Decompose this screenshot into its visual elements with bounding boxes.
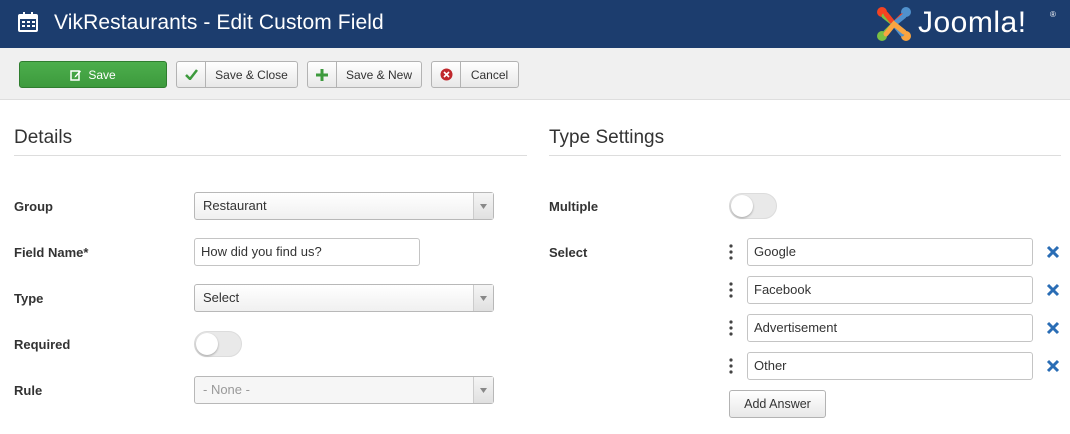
edit-icon	[70, 62, 82, 87]
chevron-down-icon	[473, 285, 493, 311]
save-close-button[interactable]: Save & Close	[176, 61, 298, 88]
save-new-button[interactable]: Save & New	[307, 61, 422, 88]
toolbar: Save Save & Close Save & New Cancel	[0, 48, 1070, 100]
chevron-down-icon	[473, 193, 493, 219]
save-label: Save	[88, 67, 116, 82]
required-label: Required	[14, 337, 71, 352]
plus-icon	[308, 62, 337, 87]
field-name-label: Field Name*	[14, 245, 89, 260]
type-settings-title: Type Settings	[549, 127, 665, 148]
brand-name: Joomla!	[918, 6, 1027, 39]
calendar-icon	[18, 12, 38, 32]
field-name-input[interactable]: How did you find us?	[194, 238, 420, 266]
chevron-down-icon	[473, 377, 493, 403]
drag-handle-icon[interactable]	[728, 320, 734, 336]
group-label: Group	[14, 199, 53, 214]
cancel-circle-icon	[432, 62, 461, 87]
title-bar: VikRestaurants - Edit Custom Field Jooml…	[0, 0, 1070, 48]
toggle-knob	[196, 333, 218, 355]
drag-handle-icon[interactable]	[728, 358, 734, 374]
type-label: Type	[14, 291, 44, 306]
toggle-knob	[731, 195, 753, 217]
group-value: Restaurant	[203, 198, 267, 213]
cancel-button[interactable]: Cancel	[431, 61, 519, 88]
drag-handle-icon[interactable]	[728, 282, 734, 298]
rule-label: Rule	[14, 383, 43, 398]
answer-input[interactable]: Facebook	[747, 276, 1033, 304]
remove-icon[interactable]	[1046, 283, 1060, 297]
rule-select[interactable]: - None -	[194, 376, 494, 404]
cancel-label: Cancel	[470, 67, 509, 82]
save-button[interactable]: Save	[19, 61, 167, 88]
joomla-logo-icon	[877, 7, 911, 41]
save-close-label: Save & Close	[215, 67, 288, 82]
type-value: Select	[203, 290, 240, 305]
save-new-label: Save & New	[345, 67, 413, 82]
required-toggle[interactable]	[194, 331, 242, 357]
answer-input[interactable]: Other	[747, 352, 1033, 380]
joomla-logo: Joomla! ®	[874, 4, 1060, 44]
details-title: Details	[14, 127, 73, 148]
multiple-label: Multiple	[549, 199, 599, 214]
type-settings-divider	[549, 155, 1061, 156]
multiple-toggle[interactable]	[729, 193, 777, 219]
details-divider	[14, 155, 527, 156]
rule-value: - None -	[203, 382, 250, 397]
type-select[interactable]: Select	[194, 284, 494, 312]
remove-icon[interactable]	[1046, 321, 1060, 335]
remove-icon[interactable]	[1046, 359, 1060, 373]
answer-input[interactable]: Advertisement	[747, 314, 1033, 342]
add-answer-button[interactable]: Add Answer	[729, 390, 826, 418]
remove-icon[interactable]	[1046, 245, 1060, 259]
answer-input[interactable]: Google	[747, 238, 1033, 266]
group-select[interactable]: Restaurant	[194, 192, 494, 220]
drag-handle-icon[interactable]	[728, 244, 734, 260]
select-options-label: Select	[549, 245, 588, 260]
registered-mark: ®	[1050, 10, 1056, 19]
checkmark-icon	[177, 62, 206, 87]
page-title: VikRestaurants - Edit Custom Field	[54, 11, 384, 34]
